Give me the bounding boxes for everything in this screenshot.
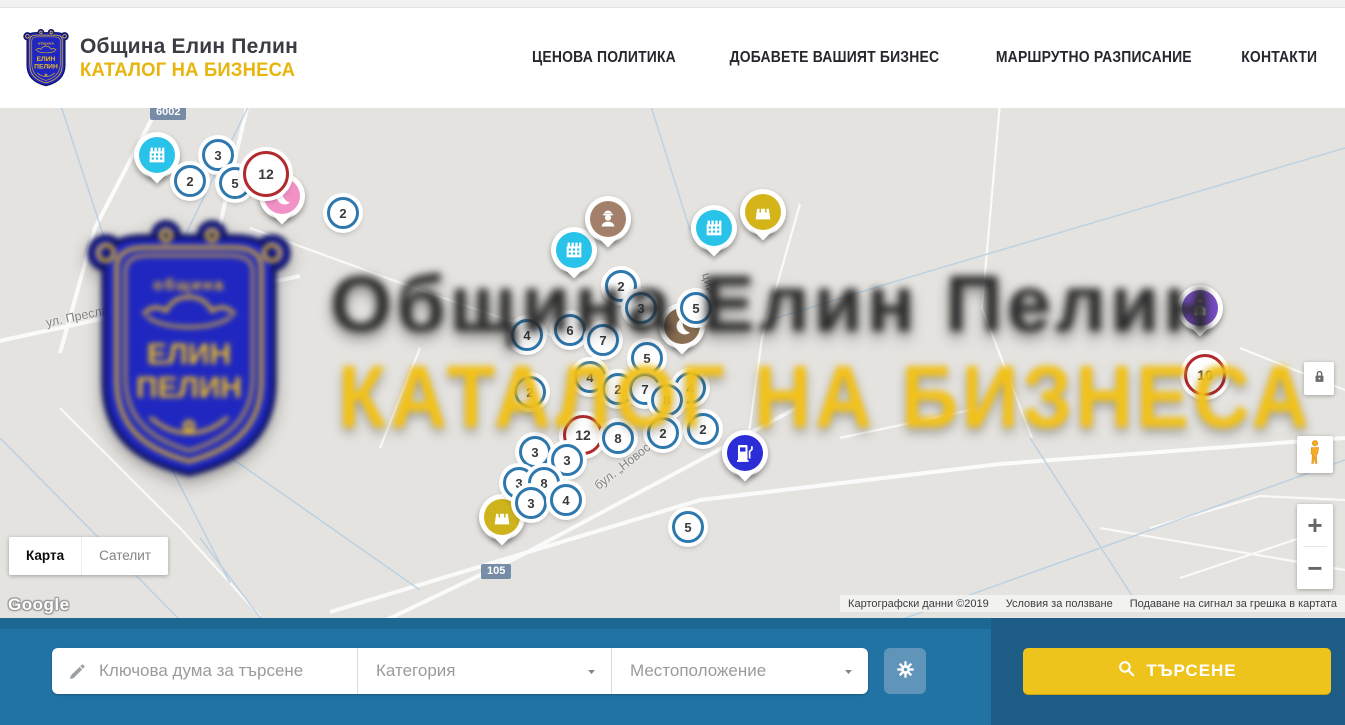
keyword-search-input[interactable] <box>99 661 357 681</box>
nav-route-schedule[interactable]: МАРШРУТНО РАЗПИСАНИЕ <box>996 49 1192 67</box>
svg-text:община: община <box>38 42 54 46</box>
location-select-value: Местоположение <box>630 661 766 681</box>
pencil-icon <box>68 662 87 681</box>
map-attribution: Картографски данни ©2019 Условия за полз… <box>840 595 1345 612</box>
pegman-control[interactable] <box>1297 436 1333 473</box>
building-icon <box>703 217 725 239</box>
cluster-marker[interactable]: 3 <box>625 292 657 324</box>
cluster-marker[interactable]: 2 <box>514 376 546 408</box>
location-select[interactable]: Местоположение <box>612 648 868 694</box>
cluster-marker[interactable]: 5 <box>680 292 712 324</box>
shopping-bag-map-pin[interactable] <box>740 189 786 235</box>
cluster-marker[interactable]: 3 <box>202 139 234 171</box>
svg-text:ПЕЛИН: ПЕЛИН <box>34 64 58 71</box>
municipality-crest-logo: община ЕЛИН ПЕЛИН <box>22 28 70 88</box>
brand-text: Община Елин Пелин КАТАЛОГ НА БИЗНЕСА <box>80 35 302 82</box>
fuel-pump-map-pin[interactable] <box>722 430 768 476</box>
terms-of-use-link[interactable]: Условия за ползване <box>1006 598 1113 610</box>
report-map-error-link[interactable]: Подаване на сигнал за грешка в картата <box>1130 598 1337 610</box>
cluster-marker[interactable]: 8 <box>651 384 683 416</box>
page: община ЕЛИН ПЕЛИН Община Елин Пелин КАТА… <box>0 0 1345 725</box>
chevron-down-icon <box>841 664 856 679</box>
zoom-control: + − <box>1297 504 1333 589</box>
cluster-marker[interactable]: 4 <box>550 484 582 516</box>
cluster-marker[interactable]: 2 <box>687 413 719 445</box>
main-nav: ЦЕНОВА ПОЛИТИКА ДОБАВЕТЕ ВАШИЯТ БИЗНЕС М… <box>524 49 1321 67</box>
keyword-field-wrap <box>52 648 358 694</box>
cluster-marker[interactable]: 8 <box>602 422 634 454</box>
cluster-marker[interactable]: 3 <box>515 487 547 519</box>
cluster-marker[interactable]: 5 <box>672 511 704 543</box>
category-select[interactable]: Категория <box>358 648 612 694</box>
fuel-pump-icon <box>733 441 757 465</box>
worker-map-pin[interactable] <box>585 196 631 242</box>
search-icon <box>1117 659 1136 683</box>
cluster-marker[interactable]: 7 <box>587 324 619 356</box>
nav-pricing-policy[interactable]: ЦЕНОВА ПОЛИТИКА <box>532 49 676 67</box>
cluster-marker[interactable]: 10 <box>1184 354 1226 396</box>
map-type-control: Карта Сателит <box>9 537 168 575</box>
building-map-pin[interactable] <box>134 132 180 178</box>
chevron-down-icon <box>584 664 599 679</box>
search-button-label: ТЪРСЕНЕ <box>1146 661 1236 681</box>
cluster-marker[interactable]: 6 <box>554 314 586 346</box>
building-icon <box>146 144 168 166</box>
building-map-pin[interactable] <box>691 205 737 251</box>
advanced-search-settings-button[interactable] <box>884 648 926 694</box>
site-logo[interactable]: община ЕЛИН ПЕЛИН Община Елин Пелин КАТА… <box>22 28 302 88</box>
nav-contacts[interactable]: КОНТАКТИ <box>1241 49 1317 67</box>
cluster-marker[interactable]: 3 <box>519 436 551 468</box>
worker-icon <box>597 208 619 230</box>
cluster-marker[interactable]: 12 <box>243 151 289 197</box>
gear-icon <box>895 659 916 683</box>
search-input-group: Категория Местоположение <box>52 648 868 694</box>
top-strip <box>0 0 1345 8</box>
site-title: Община Елин Пелин <box>80 35 302 59</box>
pegman-icon <box>1307 439 1323 471</box>
building-icon <box>563 239 585 261</box>
shopping-bag-icon <box>752 201 774 223</box>
road-number-badge: 6002 <box>150 108 186 120</box>
cluster-marker[interactable]: 2 <box>647 417 679 449</box>
zoom-in-button[interactable]: + <box>1297 504 1333 546</box>
map-canvas[interactable]: ул. Преславбул. „Новоселции 6002105 3251… <box>0 108 1345 618</box>
lock-control[interactable] <box>1304 362 1334 395</box>
shopping-bag-icon <box>491 506 513 528</box>
google-logo[interactable]: Google <box>8 595 70 615</box>
cluster-marker[interactable]: 2 <box>174 165 206 197</box>
category-select-value: Категория <box>376 661 455 681</box>
cluster-marker[interactable]: 4 <box>511 319 543 351</box>
cluster-marker[interactable]: 3 <box>551 444 583 476</box>
search-bar: Категория Местоположение ТЪРСЕНЕ <box>0 618 1345 725</box>
map-type-map-button[interactable]: Карта <box>9 537 82 575</box>
cluster-marker[interactable]: 5 <box>631 342 663 374</box>
church-map-pin[interactable] <box>1177 285 1223 331</box>
lock-icon <box>1311 368 1328 390</box>
road-number-badge: 105 <box>481 564 511 579</box>
cluster-marker[interactable]: 2 <box>327 197 359 229</box>
map-data-attribution: Картографски данни ©2019 <box>848 598 989 610</box>
map-type-satellite-button[interactable]: Сателит <box>82 537 168 575</box>
svg-text:ЕЛИН: ЕЛИН <box>37 56 56 63</box>
site-subtitle: КАТАЛОГ НА БИЗНЕСА <box>80 60 295 82</box>
search-button[interactable]: ТЪРСЕНЕ <box>1023 648 1331 694</box>
header: община ЕЛИН ПЕЛИН Община Елин Пелин КАТА… <box>0 8 1345 108</box>
church-icon <box>1189 297 1211 319</box>
nav-add-your-business[interactable]: ДОБАВЕТЕ ВАШИЯТ БИЗНЕС <box>730 49 940 67</box>
zoom-out-button[interactable]: − <box>1297 547 1333 589</box>
